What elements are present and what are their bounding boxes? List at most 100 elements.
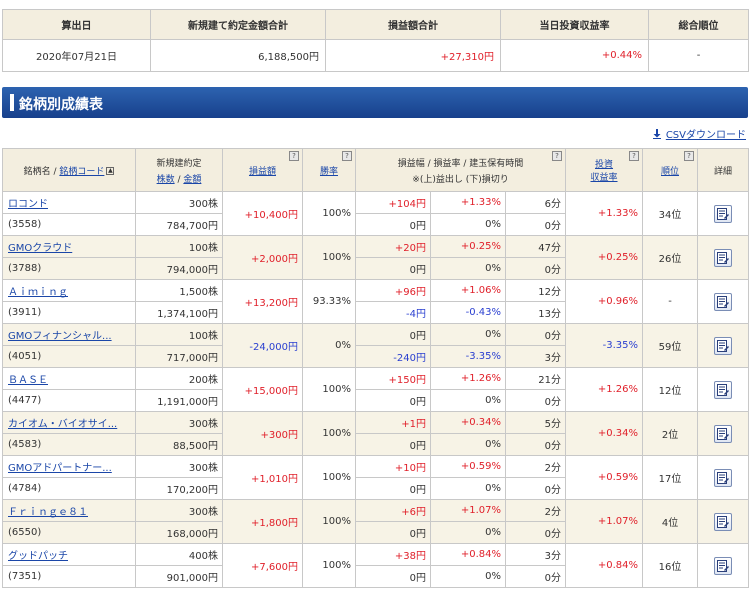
summary-date: 2020年07月21日: [2, 39, 151, 72]
summary-return-rate: +0.44%: [500, 39, 649, 72]
stock-name-cell: ＢＡＳＥ: [2, 367, 136, 390]
return-cell: +0.96%: [565, 279, 644, 324]
sort-by-winrate-link[interactable]: 勝率: [320, 167, 338, 177]
stock-name-link[interactable]: GMOアドパートナー...: [8, 459, 128, 474]
header-pnl: ? 損益額: [222, 148, 303, 192]
sort-icon[interactable]: ▲: [106, 167, 115, 175]
amount-cell: 794,000円: [135, 257, 223, 280]
stock-name-cell: Ａｉｍｉｎｇ: [2, 279, 136, 302]
table-row: GMOアドパートナー... 300株 +1,010円 100% +10円 +0.59% 2分…: [2, 455, 750, 500]
detail-icon[interactable]: [714, 292, 733, 311]
detail-icon[interactable]: [714, 556, 733, 575]
return-cell: +0.84%: [565, 543, 644, 588]
winrate-cell: 100%: [302, 455, 356, 500]
sort-by-code-link[interactable]: 銘柄コード: [59, 167, 104, 177]
return-cell: -3.35%: [565, 323, 644, 368]
stock-code-cell: (4583): [2, 433, 136, 456]
stock-name-link[interactable]: GMOクラウド: [8, 239, 128, 254]
help-icon[interactable]: ?: [552, 151, 563, 161]
profit-time-cell: 3分: [504, 543, 567, 566]
table-row: Ａｉｍｉｎｇ 1,500株 +13,200円 93.33% +96円 +1.06% 12分 +…: [2, 279, 750, 324]
profit-time-cell: 2分: [504, 499, 567, 522]
detail-icon[interactable]: [714, 512, 733, 531]
amount-cell: 170,200円: [135, 477, 223, 500]
winrate-cell: 100%: [302, 543, 356, 588]
stock-name-link[interactable]: Ｆｒｉｎｇｅ８１: [8, 503, 128, 518]
csv-download-link[interactable]: CSVダウンロード: [652, 126, 746, 141]
stock-name-link[interactable]: グッドパッチ: [8, 547, 128, 562]
header-range-label: 損益幅 / 損益率 / 建玉保有時間: [397, 158, 524, 169]
detail-cell: [697, 323, 750, 368]
loss-width-cell: 0円: [355, 433, 431, 456]
sort-by-pnl-link[interactable]: 損益額: [249, 167, 276, 177]
rank-cell: -: [642, 279, 699, 324]
header-contract: 新規建約定 株数 / 金額: [135, 148, 223, 192]
header-range: ? 損益幅 / 損益率 / 建玉保有時間 ※(上)益出し (下)損切り: [354, 148, 567, 192]
detail-icon[interactable]: [714, 248, 733, 267]
loss-time-cell: 0分: [504, 521, 567, 544]
stock-code-cell: (4477): [2, 389, 136, 412]
winrate-cell: 0%: [302, 323, 356, 368]
summary-header-date: 算出日: [2, 9, 151, 40]
shares-cell: 300株: [135, 455, 223, 478]
help-icon[interactable]: ?: [684, 151, 695, 161]
return-cell: +0.59%: [565, 455, 644, 500]
loss-width-cell: 0円: [355, 213, 431, 236]
shares-cell: 100株: [135, 323, 223, 346]
header-winrate: ? 勝率: [302, 148, 356, 192]
loss-rate-cell: 0%: [430, 389, 506, 412]
loss-width-cell: -240円: [355, 345, 431, 368]
pnl-cell: +10,400円: [222, 191, 303, 236]
detail-icon[interactable]: [714, 336, 733, 355]
table-body: ロコンド 300株 +10,400円 100% +104円 +1.33% 6分 +1.33% 3…: [2, 191, 750, 588]
detail-cell: [697, 367, 750, 412]
download-icon: [652, 128, 661, 139]
sort-by-shares-link[interactable]: 株数: [157, 175, 175, 185]
header-rank: ? 順位: [642, 148, 699, 192]
detail-icon[interactable]: [714, 204, 733, 223]
header-name: 銘柄名 / 銘柄コード ▲: [2, 148, 136, 192]
help-icon[interactable]: ?: [342, 151, 352, 161]
loss-time-cell: 0分: [504, 257, 567, 280]
sort-by-rank-link[interactable]: 順位: [661, 167, 679, 177]
detail-cell: [697, 411, 750, 456]
profit-time-cell: 2分: [504, 455, 567, 478]
loss-rate-cell: 0%: [430, 433, 506, 456]
stock-name-cell: カイオム・バイオサイ...: [2, 411, 136, 434]
profit-width-cell: +20円: [355, 235, 431, 258]
loss-time-cell: 0分: [504, 389, 567, 412]
header-range-note: ※(上)益出し (下)損切り: [412, 174, 509, 185]
profit-time-cell: 6分: [504, 191, 567, 214]
summary-total-pnl: +27,310円: [325, 39, 501, 72]
shares-cell: 300株: [135, 499, 223, 522]
stock-name-link[interactable]: ロコンド: [8, 195, 128, 210]
return-cell: +0.34%: [565, 411, 644, 456]
help-icon[interactable]: ?: [289, 151, 299, 161]
shares-cell: 300株: [135, 191, 223, 214]
detail-icon[interactable]: [714, 424, 733, 443]
stock-name-link[interactable]: GMOフィナンシャル...: [8, 327, 128, 342]
table-row: Ｆｒｉｎｇｅ８１ 300株 +1,800円 100% +6円 +1.07% 2分 +1.07%…: [2, 499, 750, 544]
loss-time-cell: 0分: [504, 213, 567, 236]
loss-width-cell: 0円: [355, 389, 431, 412]
profit-time-cell: 12分: [504, 279, 567, 302]
pnl-cell: +1,800円: [222, 499, 303, 544]
stock-name-link[interactable]: ＢＡＳＥ: [8, 371, 128, 386]
shares-cell: 100株: [135, 235, 223, 258]
amount-cell: 1,191,000円: [135, 389, 223, 412]
help-icon[interactable]: ?: [629, 151, 640, 161]
shares-cell: 200株: [135, 367, 223, 390]
profit-rate-cell: +0.84%: [430, 543, 506, 566]
profit-rate-cell: 0%: [430, 323, 506, 346]
title-accent-bar: [10, 94, 14, 111]
sort-by-return-link[interactable]: 投資 収益率: [591, 160, 618, 183]
stock-name-link[interactable]: カイオム・バイオサイ...: [8, 415, 128, 430]
rank-cell: 34位: [642, 191, 699, 236]
rank-cell: 4位: [642, 499, 699, 544]
sort-by-amount-link[interactable]: 金額: [183, 175, 201, 185]
detail-icon[interactable]: [714, 380, 733, 399]
profit-width-cell: +1円: [355, 411, 431, 434]
detail-icon[interactable]: [714, 468, 733, 487]
stock-name-link[interactable]: Ａｉｍｉｎｇ: [8, 283, 128, 298]
pnl-cell: +7,600円: [222, 543, 303, 588]
